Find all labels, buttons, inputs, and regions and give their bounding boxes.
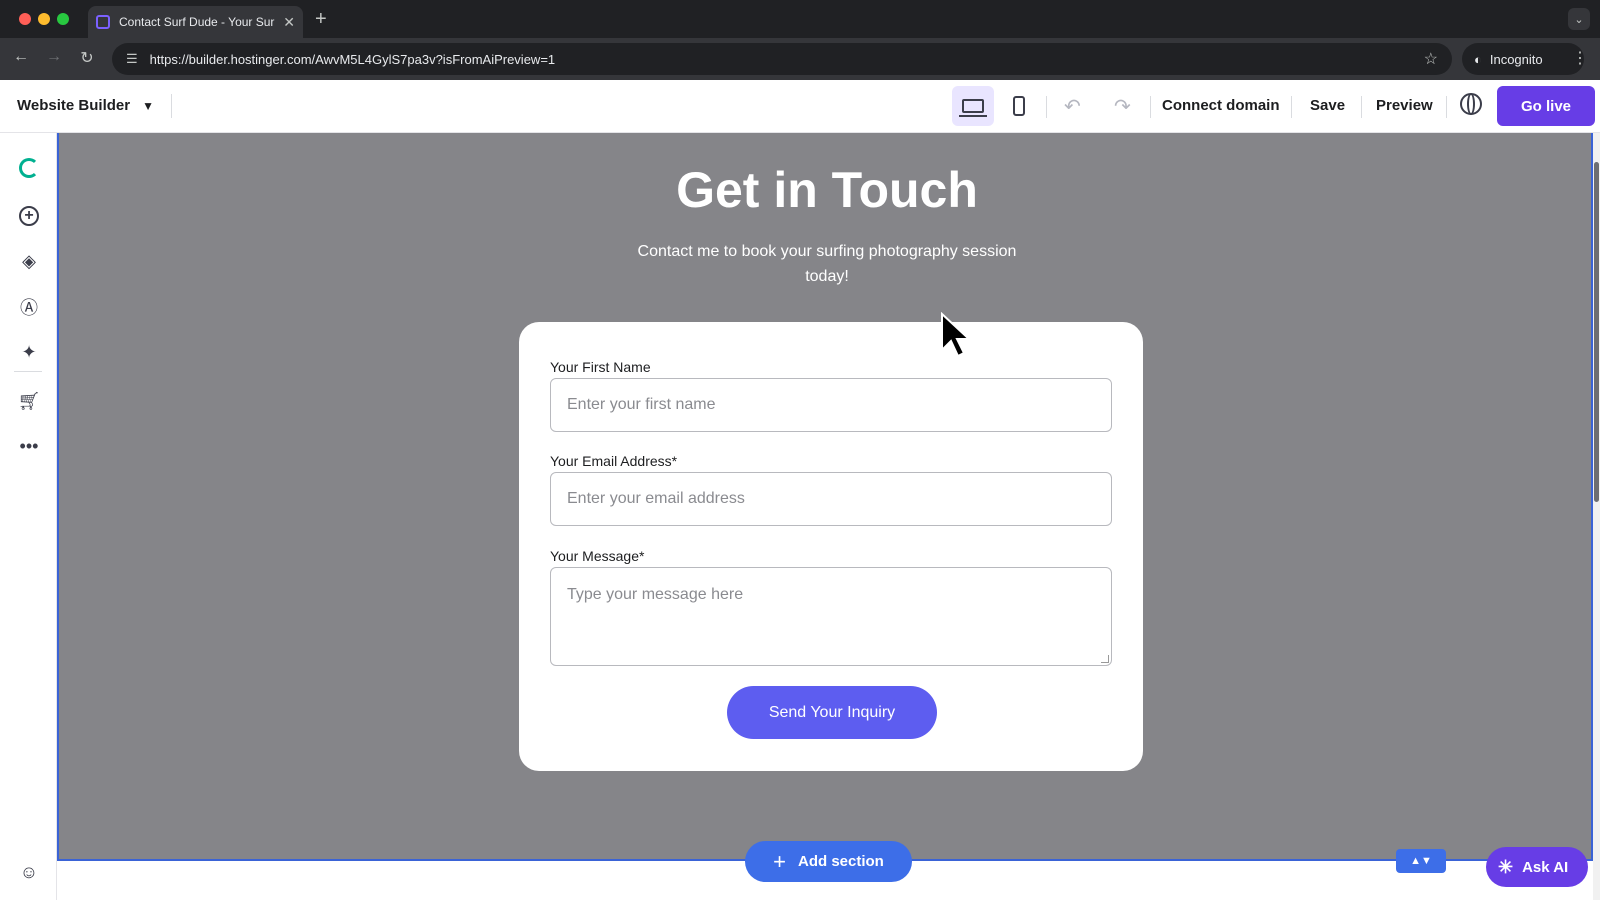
back-arrow-icon[interactable]: ← xyxy=(10,48,32,66)
tab-search-chevron-icon[interactable]: ⌄ xyxy=(1568,8,1590,30)
layers-icon[interactable]: ◈ xyxy=(18,250,40,272)
browser-nav-bar: ← → ↻ ☰ https://builder.hostinger.com/Aw… xyxy=(0,38,1600,80)
connect-domain-button[interactable]: Connect domain xyxy=(1162,97,1280,114)
section-title[interactable]: Get in Touch xyxy=(59,161,1595,219)
laptop-icon xyxy=(959,99,987,117)
ask-ai-button[interactable]: ✳ Ask AI xyxy=(1486,847,1588,887)
resize-handle-icon[interactable] xyxy=(1101,655,1109,663)
builder-sidebar: + ◈ Ⓐ ✦ 🛒︎ ••• ☺ xyxy=(0,133,57,900)
incognito-icon: ◐ xyxy=(1474,51,1482,67)
ai-tools-sparkle-icon[interactable]: ✦ xyxy=(18,341,40,363)
divider xyxy=(1046,96,1047,118)
send-inquiry-button[interactable]: Send Your Inquiry xyxy=(727,686,937,739)
browser-tab-bar: Contact Surf Dude - Your Sur ✕ + ⌄ xyxy=(0,0,1600,38)
divider xyxy=(1150,96,1151,118)
add-section-label: Add section xyxy=(798,853,884,870)
divider xyxy=(14,371,42,372)
forward-arrow-icon[interactable]: → xyxy=(43,48,65,66)
section-subtitle[interactable]: Contact me to book your surfing photogra… xyxy=(619,239,1035,289)
tab-close-icon[interactable]: ✕ xyxy=(283,14,295,31)
minimize-window-button[interactable] xyxy=(38,13,50,25)
editor-canvas-section[interactable]: Get in Touch Contact me to book your sur… xyxy=(57,133,1593,861)
chevron-down-icon: ▼ xyxy=(142,98,154,113)
email-label: Your Email Address* xyxy=(550,453,678,469)
redo-icon[interactable]: ↷ xyxy=(1114,94,1131,119)
message-placeholder: Type your message here xyxy=(567,586,744,603)
message-textarea[interactable]: Type your message here xyxy=(550,567,1112,666)
divider xyxy=(1291,96,1292,118)
ask-ai-label: Ask AI xyxy=(1522,858,1569,876)
hostinger-favicon-icon xyxy=(96,15,110,29)
browser-menu-icon[interactable]: ⋮ xyxy=(1572,48,1588,68)
more-options-icon[interactable]: ••• xyxy=(18,435,40,457)
bookmark-star-icon[interactable]: ☆ xyxy=(1424,49,1438,69)
incognito-label: Incognito xyxy=(1489,51,1543,67)
url-text: https://builder.hostinger.com/AwvM5L4Gyl… xyxy=(149,51,556,67)
address-bar[interactable]: ☰ https://builder.hostinger.com/AwvM5L4G… xyxy=(112,43,1452,75)
close-window-button[interactable] xyxy=(19,13,31,25)
add-element-icon[interactable]: + xyxy=(18,205,40,227)
desktop-view-button[interactable] xyxy=(952,86,994,126)
contact-form[interactable]: Your First Name Enter your first name Yo… xyxy=(519,322,1143,771)
reload-icon[interactable]: ↻ xyxy=(76,48,98,68)
help-chat-icon[interactable]: ☺ xyxy=(18,861,40,883)
app-title: Website Builder xyxy=(17,97,131,114)
new-tab-icon[interactable]: + xyxy=(315,8,327,31)
builder-toolbar: Website Builder ▼ ↶ ↷ Connect domain Sav… xyxy=(0,80,1600,133)
progress-checklist-icon[interactable] xyxy=(18,157,40,179)
first-name-label: Your First Name xyxy=(550,359,651,375)
canvas-scrollbar-thumb[interactable] xyxy=(1594,162,1599,502)
message-label: Your Message* xyxy=(550,548,645,564)
ai-sparkle-icon: ✳ xyxy=(1498,856,1514,877)
move-section-arrows-icon[interactable]: ▲▼ xyxy=(1396,849,1446,873)
divider xyxy=(1361,96,1362,118)
tab-title: Contact Surf Dude - Your Sur xyxy=(119,15,275,29)
undo-icon[interactable]: ↶ xyxy=(1064,94,1081,119)
store-cart-icon[interactable]: 🛒︎ xyxy=(18,390,41,412)
divider xyxy=(1446,96,1447,118)
mobile-view-button[interactable] xyxy=(998,86,1040,126)
first-name-input[interactable]: Enter your first name xyxy=(550,378,1112,432)
plus-icon: + xyxy=(773,848,786,874)
divider xyxy=(171,94,172,118)
save-button[interactable]: Save xyxy=(1310,97,1345,114)
browser-tab-active[interactable]: Contact Surf Dude - Your Sur ✕ xyxy=(88,6,303,38)
mouse-cursor-icon xyxy=(941,312,970,358)
styles-icon[interactable]: Ⓐ xyxy=(18,296,40,318)
globe-icon[interactable] xyxy=(1460,93,1482,115)
preview-button[interactable]: Preview xyxy=(1376,97,1433,114)
add-section-button[interactable]: + Add section xyxy=(745,841,912,882)
incognito-indicator[interactable]: ◐ Incognito xyxy=(1462,43,1584,75)
website-builder-menu[interactable]: Website Builder ▼ xyxy=(17,97,154,114)
phone-icon xyxy=(1013,96,1025,116)
maximize-window-button[interactable] xyxy=(57,13,69,25)
site-settings-icon[interactable]: ☰ xyxy=(126,51,138,67)
go-live-button[interactable]: Go live xyxy=(1497,86,1595,126)
email-input[interactable]: Enter your email address xyxy=(550,472,1112,526)
